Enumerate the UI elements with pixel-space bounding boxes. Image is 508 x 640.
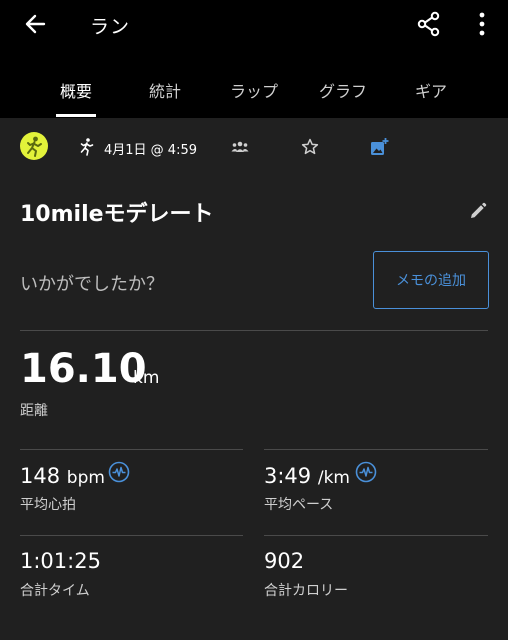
total-calories-label: 合計カロリー [264, 583, 348, 599]
tab-gear[interactable]: ギア [415, 78, 447, 102]
arrow-left-icon [25, 14, 46, 34]
more-vertical-icon [479, 12, 485, 36]
tab-overview[interactable]: 概要 [60, 78, 92, 102]
pace-unit: /km [317, 468, 350, 488]
runner-badge-icon [27, 136, 42, 157]
running-icon [80, 138, 94, 156]
pace-graph-icon[interactable] [355, 461, 377, 483]
avg-pace-value: 3:49 /km [264, 464, 350, 488]
total-time-label: 合計タイム [20, 583, 90, 599]
back-button[interactable] [22, 10, 50, 38]
divider [20, 535, 243, 536]
heart-rate-number: 148 [20, 464, 61, 488]
heart-rate-unit: bpm [66, 468, 105, 488]
divider [20, 330, 488, 331]
total-time-value: 1:01:25 [20, 549, 101, 573]
edit-pencil-icon[interactable] [468, 201, 488, 221]
share-button[interactable] [415, 10, 443, 38]
divider [20, 449, 243, 450]
pace-number: 3:49 [264, 464, 312, 488]
top-app-bar: ラン 概要 統計 ラップ グラフ ギア [0, 0, 508, 118]
page-title: ラン [90, 16, 131, 38]
add-photo-icon[interactable] [368, 136, 390, 158]
activity-date: 4月1日 @ 4:59 [104, 143, 197, 158]
distance-unit: km [133, 368, 160, 388]
tab-stats[interactable]: 統計 [149, 78, 181, 102]
avg-heart-rate-value: 148 bpm [20, 464, 105, 488]
total-calories-value: 902 [264, 549, 305, 573]
tab-graphs[interactable]: グラフ [319, 78, 367, 102]
avg-pace-label: 平均ペース [264, 497, 334, 513]
tab-bar: 概要 統計 ラップ グラフ ギア [0, 72, 508, 118]
active-tab-indicator [56, 114, 96, 117]
distance-label: 距離 [20, 403, 48, 419]
activity-meta-row: 4月1日 @ 4:59 [0, 128, 508, 168]
heart-rate-graph-icon[interactable] [108, 461, 130, 483]
star-icon[interactable] [300, 137, 320, 157]
divider [264, 535, 488, 536]
share-icon [417, 11, 440, 37]
feedback-prompt: いかがでしたか？ [20, 274, 164, 295]
group-icon[interactable] [230, 139, 250, 155]
activity-name: 10mileモデレート [20, 202, 214, 227]
add-memo-button[interactable]: メモの追加 [373, 251, 489, 309]
tab-laps[interactable]: ラップ [230, 78, 278, 102]
more-options-button[interactable] [470, 10, 494, 38]
distance-value: 16.10 [20, 346, 147, 392]
activity-type-badge[interactable] [20, 132, 48, 160]
divider [264, 449, 488, 450]
avg-heart-rate-label: 平均心拍 [20, 497, 76, 513]
